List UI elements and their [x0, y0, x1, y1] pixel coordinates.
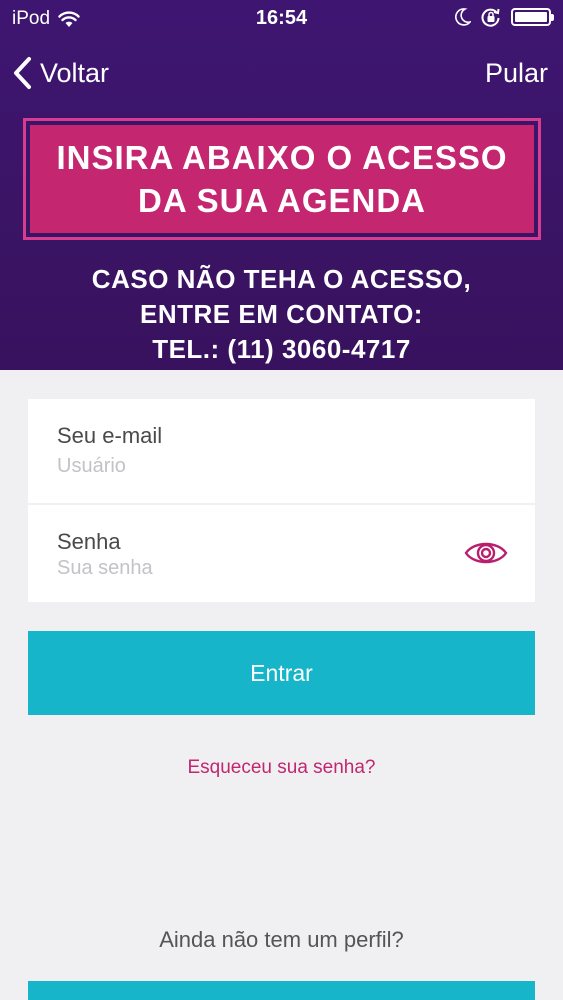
- rotation-lock-icon: [481, 8, 500, 27]
- contact-line1: CASO NÃO TEHA O ACESSO,: [91, 264, 472, 294]
- status-right: [455, 7, 554, 27]
- contact-phone: TEL.: (11) 3060-4717: [152, 334, 411, 364]
- login-button[interactable]: Entrar: [28, 631, 535, 715]
- password-label: Senha: [57, 529, 121, 554]
- banner-title-line1: INSIRA ABAIXO O ACESSO: [56, 139, 508, 176]
- skip-button[interactable]: Pular: [485, 58, 548, 89]
- forgot-password-link[interactable]: Esqueceu sua senha?: [0, 757, 563, 779]
- signup-button[interactable]: [28, 981, 535, 1000]
- banner-title: INSIRA ABAIXO O ACESSO DA SUA AGENDA: [30, 125, 534, 233]
- moon-icon: [455, 8, 471, 26]
- contact-info: CASO NÃO TEHA O ACESSO, ENTRE EM CONTATO…: [0, 262, 563, 367]
- back-label: Voltar: [40, 57, 110, 88]
- contact-line2: ENTRE EM CONTATO:: [140, 299, 423, 329]
- banner-title-line2: DA SUA AGENDA: [137, 182, 426, 219]
- battery-icon: [511, 8, 554, 26]
- password-field[interactable]: [57, 557, 457, 580]
- back-button[interactable]: Voltar: [12, 56, 109, 90]
- no-profile-text: Ainda não tem um perfil?: [159, 927, 404, 952]
- password-card: Senha: [28, 505, 535, 602]
- email-card: Seu e-mail: [28, 399, 535, 503]
- login-label: Entrar: [250, 659, 313, 686]
- status-bar: iPod 16:54: [0, 0, 563, 36]
- email-field[interactable]: [57, 455, 457, 478]
- banner-box: INSIRA ABAIXO O ACESSO DA SUA AGENDA: [23, 118, 541, 240]
- eye-icon[interactable]: [464, 536, 508, 570]
- email-label: Seu e-mail: [57, 423, 163, 448]
- header: iPod 16:54 Voltar Pular INSIRA ABAIXO O …: [0, 0, 563, 370]
- chevron-left-icon: [14, 57, 31, 89]
